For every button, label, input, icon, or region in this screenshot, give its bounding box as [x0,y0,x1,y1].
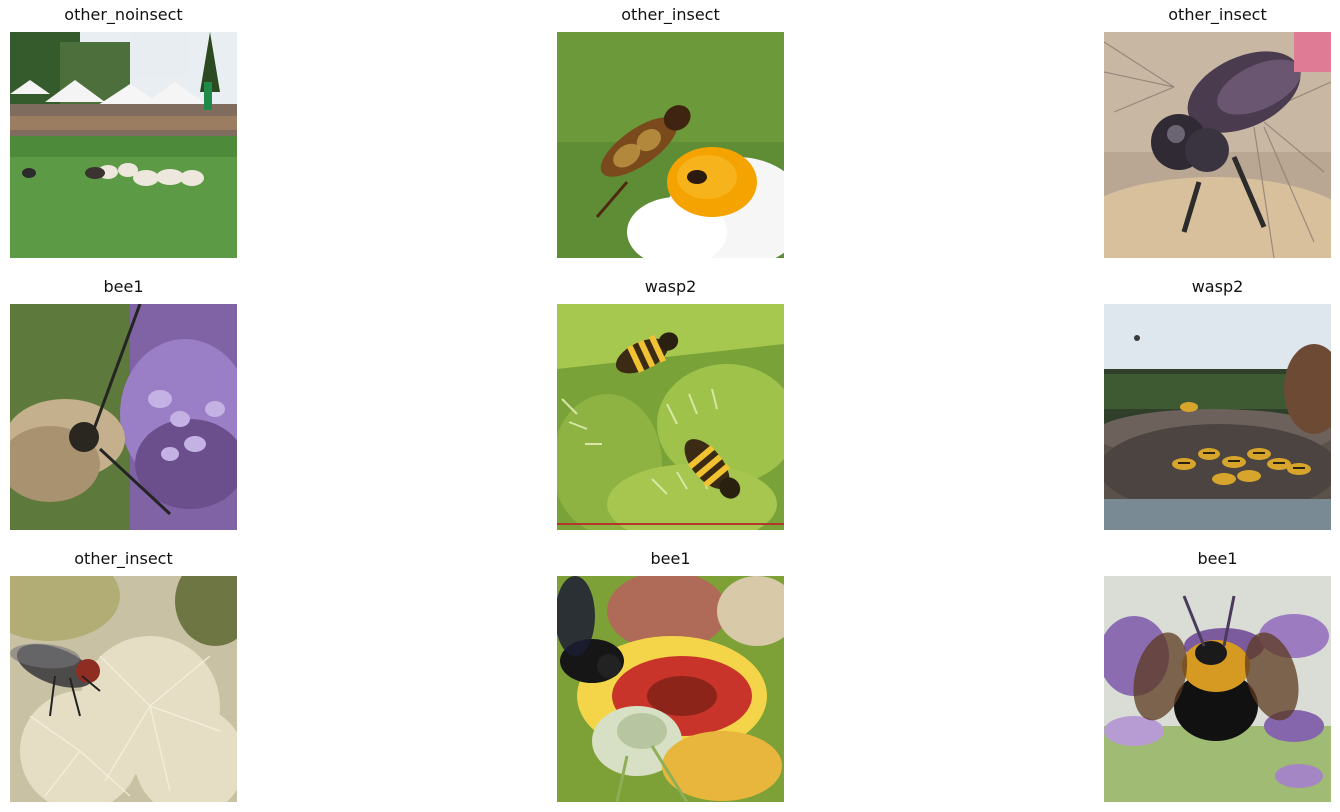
image-panel: bee1 [557,544,784,804]
panel-title: other_insect [74,549,173,568]
image-panel: other_noinsect [10,0,237,260]
panel-title: bee1 [103,277,144,296]
panel-title: bee1 [1197,549,1238,568]
panel-image [10,576,237,802]
image-panel: wasp2 [557,272,784,532]
image-panel: bee1 [1104,544,1331,804]
panel-image [10,32,237,258]
panel-image [1104,576,1331,802]
image-panel: other_insect [1104,0,1331,260]
image-panel: other_insect [557,0,784,260]
image-grid: other_noinsect other_insect other_insect… [0,0,1340,812]
panel-image [1104,32,1331,258]
panel-title: other_insect [1168,5,1267,24]
panel-image [557,304,784,530]
panel-title: other_insect [621,5,720,24]
panel-title: wasp2 [1191,277,1244,296]
panel-image [557,32,784,258]
image-panel: bee1 [10,272,237,532]
panel-image [557,576,784,802]
panel-image [1104,304,1331,530]
panel-title: bee1 [650,549,691,568]
panel-title: other_noinsect [64,5,183,24]
panel-title: wasp2 [644,277,697,296]
image-panel: wasp2 [1104,272,1331,532]
image-panel: other_insect [10,544,237,804]
panel-image [10,304,237,530]
